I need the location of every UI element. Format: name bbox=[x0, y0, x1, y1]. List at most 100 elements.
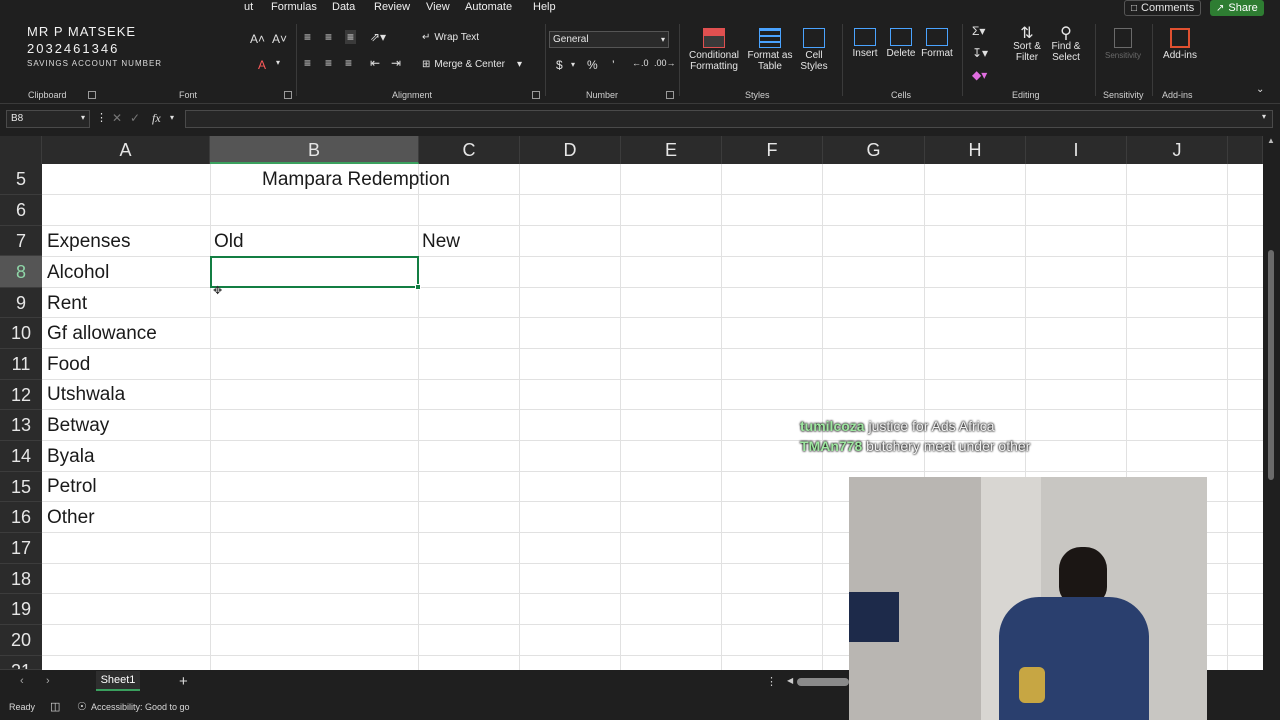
conditional-formatting-button[interactable]: Conditional Formatting bbox=[683, 28, 745, 72]
macro-record-icon[interactable]: ◫ bbox=[50, 700, 60, 713]
row-header[interactable]: 14 bbox=[0, 441, 42, 472]
more-options-icon[interactable]: ⋮ bbox=[766, 675, 777, 688]
format-button[interactable]: Format bbox=[919, 28, 955, 59]
cell-expense[interactable]: Food bbox=[47, 354, 90, 376]
accessibility-icon[interactable]: ☉ bbox=[77, 700, 87, 713]
decrease-indent-icon[interactable]: ⇤ bbox=[370, 56, 380, 70]
row-header[interactable]: 20 bbox=[0, 625, 42, 656]
cell-styles-button[interactable]: Cell Styles bbox=[795, 28, 833, 72]
cell-header-new[interactable]: New bbox=[422, 231, 460, 253]
tab-formulas[interactable]: Formulas bbox=[271, 1, 317, 13]
number-launcher-icon[interactable] bbox=[666, 91, 674, 99]
add-sheet-icon[interactable]: + bbox=[179, 673, 188, 690]
column-header-g[interactable]: G bbox=[823, 136, 925, 164]
addins-button[interactable]: Add-ins bbox=[1158, 28, 1202, 61]
collapse-ribbon-icon[interactable]: ⌄ bbox=[1256, 84, 1264, 95]
column-header-f[interactable]: F bbox=[722, 136, 823, 164]
row-header[interactable]: 10 bbox=[0, 318, 42, 349]
column-header-b[interactable]: B bbox=[210, 136, 419, 164]
tab-layout-partial[interactable]: ut bbox=[244, 1, 253, 13]
cell-header-expenses[interactable]: Expenses bbox=[47, 231, 130, 253]
row-header[interactable]: 16 bbox=[0, 502, 42, 533]
column-header-h[interactable]: H bbox=[925, 136, 1026, 164]
column-header-d[interactable]: D bbox=[520, 136, 621, 164]
align-center-icon[interactable]: ≡ bbox=[325, 56, 332, 70]
column-header-a[interactable]: A bbox=[42, 136, 210, 164]
row-header[interactable]: 18 bbox=[0, 564, 42, 594]
chevron-down-icon[interactable]: ▾ bbox=[170, 113, 174, 122]
horizontal-scrollbar-thumb[interactable] bbox=[797, 678, 849, 686]
sort-filter-button[interactable]: ⇅ Sort & Filter bbox=[1009, 26, 1045, 64]
row-header[interactable]: 6 bbox=[0, 195, 42, 226]
clipboard-launcher-icon[interactable] bbox=[88, 91, 96, 99]
orientation-icon[interactable]: ⇗▾ bbox=[370, 30, 386, 44]
confirm-entry-icon[interactable]: ✓ bbox=[130, 111, 140, 125]
format-as-table-button[interactable]: Format as Table bbox=[746, 28, 794, 72]
font-color-dropdown-icon[interactable]: ▾ bbox=[276, 58, 280, 67]
cell-expense[interactable]: Byala bbox=[47, 446, 95, 468]
increase-decimal-icon[interactable]: ←.0 bbox=[632, 58, 649, 68]
next-sheet-icon[interactable]: › bbox=[46, 675, 50, 687]
currency-dropdown-icon[interactable]: ▾ bbox=[571, 60, 575, 69]
cell-expense[interactable]: Utshwala bbox=[47, 384, 125, 406]
previous-sheet-icon[interactable]: ‹ bbox=[20, 675, 24, 687]
fill-icon[interactable]: ↧▾ bbox=[972, 46, 988, 60]
scrollbar-thumb[interactable] bbox=[1268, 250, 1274, 480]
cell-header-old[interactable]: Old bbox=[214, 231, 244, 253]
find-select-button[interactable]: ⚲ Find & Select bbox=[1047, 26, 1085, 64]
row-header[interactable]: 17 bbox=[0, 533, 42, 564]
tab-automate[interactable]: Automate bbox=[465, 1, 512, 13]
name-box[interactable]: B8 ▾ bbox=[6, 110, 90, 128]
cell-title[interactable]: Mampara Redemption bbox=[262, 169, 450, 191]
accessibility-status[interactable]: Accessibility: Good to go bbox=[91, 702, 190, 712]
scroll-left-icon[interactable]: ◀ bbox=[787, 676, 793, 685]
alignment-launcher-icon[interactable] bbox=[532, 91, 540, 99]
scroll-up-icon[interactable]: ▲ bbox=[1267, 136, 1275, 145]
active-cell-selection[interactable] bbox=[210, 256, 421, 290]
merge-center-button[interactable]: ⊞ Merge & Center ▾ bbox=[422, 59, 522, 70]
tab-view[interactable]: View bbox=[426, 1, 450, 13]
tab-data[interactable]: Data bbox=[332, 1, 355, 13]
cell-expense[interactable]: Alcohol bbox=[47, 262, 109, 284]
cell-expense[interactable]: Other bbox=[47, 507, 95, 529]
wrap-text-button[interactable]: ↵ Wrap Text bbox=[422, 32, 479, 43]
tab-help[interactable]: Help bbox=[533, 1, 556, 13]
percent-icon[interactable]: % bbox=[587, 58, 598, 72]
more-options-icon[interactable]: ⋮ bbox=[96, 111, 107, 124]
row-header[interactable]: 21 bbox=[0, 656, 42, 670]
insert-button[interactable]: Insert bbox=[847, 28, 883, 59]
align-right-icon[interactable]: ≡ bbox=[345, 56, 352, 70]
align-top-icon[interactable]: ≡ bbox=[304, 30, 311, 44]
insert-function-icon[interactable]: fx bbox=[152, 111, 161, 126]
share-button[interactable]: ↗ Share bbox=[1210, 0, 1264, 16]
vertical-scrollbar[interactable]: ▲ bbox=[1263, 136, 1280, 670]
select-all-corner[interactable] bbox=[0, 136, 42, 164]
align-middle-icon[interactable]: ≡ bbox=[325, 30, 332, 44]
column-header-j[interactable]: J bbox=[1127, 136, 1228, 164]
row-header[interactable]: 7 bbox=[0, 226, 42, 256]
decrease-decimal-icon[interactable]: .00→ bbox=[654, 58, 676, 68]
tab-review[interactable]: Review bbox=[374, 1, 410, 13]
row-header[interactable]: 13 bbox=[0, 410, 42, 441]
cancel-entry-icon[interactable]: ✕ bbox=[112, 111, 122, 125]
comma-style-icon[interactable]: ’ bbox=[612, 58, 615, 72]
row-header[interactable]: 19 bbox=[0, 594, 42, 625]
font-launcher-icon[interactable] bbox=[284, 91, 292, 99]
row-header[interactable]: 8 bbox=[0, 256, 42, 288]
align-bottom-icon[interactable]: ≡ bbox=[345, 30, 357, 44]
row-header[interactable]: 5 bbox=[0, 164, 42, 195]
formula-input[interactable] bbox=[185, 110, 1273, 128]
cell-expense[interactable]: Gf allowance bbox=[47, 323, 157, 345]
sensitivity-button[interactable]: Sensitivity bbox=[1100, 28, 1146, 61]
row-header[interactable]: 15 bbox=[0, 472, 42, 502]
font-color-icon[interactable]: A bbox=[258, 58, 266, 72]
fill-handle[interactable] bbox=[415, 284, 421, 290]
increase-font-icon[interactable]: A˄ bbox=[250, 32, 265, 46]
increase-indent-icon[interactable]: ⇥ bbox=[391, 56, 401, 70]
currency-icon[interactable]: $ bbox=[556, 58, 563, 72]
autosum-icon[interactable]: Σ▾ bbox=[972, 24, 985, 38]
expand-formula-bar-icon[interactable]: ▾ bbox=[1262, 112, 1266, 121]
align-left-icon[interactable]: ≡ bbox=[304, 56, 311, 70]
column-header-k-partial[interactable] bbox=[1228, 136, 1263, 164]
column-header-c[interactable]: C bbox=[419, 136, 520, 164]
